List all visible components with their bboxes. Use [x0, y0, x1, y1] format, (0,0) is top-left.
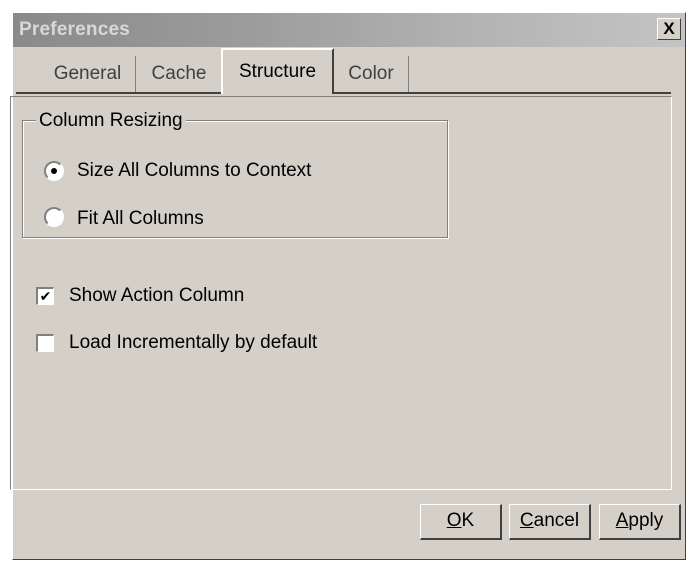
tab-strip-divider: [16, 92, 671, 94]
cancel-button[interactable]: Cancel: [509, 504, 591, 540]
cancel-label-rest: ancel: [533, 510, 580, 531]
tab-color[interactable]: Color: [334, 56, 409, 92]
radio-fit-all-columns-label[interactable]: Fit All Columns: [77, 208, 204, 230]
radio-size-all-columns-label[interactable]: Size All Columns to Context: [77, 160, 311, 182]
checkbox-load-incrementally[interactable]: [36, 334, 54, 352]
checkbox-show-action-column[interactable]: ✔: [36, 287, 54, 305]
radio-selected-dot: [51, 168, 57, 174]
apply-mnemonic: A: [615, 510, 629, 531]
checkmark-icon: ✔: [39, 288, 52, 304]
ok-mnemonic: O: [446, 510, 462, 531]
show-action-column-label[interactable]: Show Action Column: [69, 285, 244, 307]
tab-label: Structure: [238, 61, 317, 82]
tab-label: Cache: [151, 63, 207, 84]
apply-label-rest: pply: [628, 510, 664, 531]
tab-general[interactable]: General: [40, 56, 136, 92]
column-resizing-group-label: Column Resizing: [36, 111, 186, 131]
title-bar[interactable]: Preferences X: [13, 13, 685, 47]
tab-label: General: [53, 63, 122, 84]
close-button[interactable]: X: [657, 18, 681, 40]
close-icon: X: [663, 19, 675, 38]
tab-cache[interactable]: Cache: [137, 56, 221, 92]
ok-label-rest: K: [461, 510, 475, 531]
tab-structure[interactable]: Structure: [221, 48, 334, 94]
ok-button[interactable]: OK: [420, 504, 502, 540]
tab-label: Color: [348, 63, 394, 84]
cancel-mnemonic: C: [519, 510, 534, 531]
load-incrementally-label[interactable]: Load Incrementally by default: [69, 332, 317, 354]
radio-size-all-columns[interactable]: [44, 161, 64, 181]
apply-button[interactable]: Apply: [599, 504, 681, 540]
radio-fit-all-columns[interactable]: [44, 207, 64, 227]
window-title: Preferences: [19, 19, 130, 40]
